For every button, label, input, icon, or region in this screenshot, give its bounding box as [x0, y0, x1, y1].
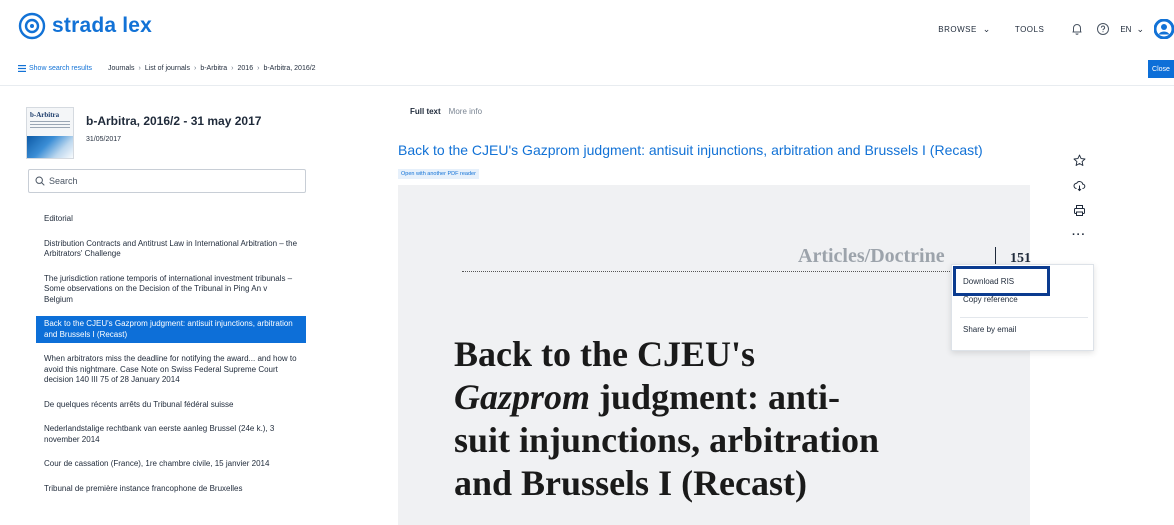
top-navigation: BROWSE ⌄ TOOLS EN ⌄ — [938, 18, 1174, 40]
toc-item[interactable]: The jurisdiction ratione temporis of int… — [36, 271, 306, 309]
breadcrumb-journals[interactable]: Journals — [108, 65, 134, 72]
tools-menu[interactable]: TOOLS — [1015, 25, 1044, 34]
language-selector[interactable]: EN ⌄ — [1120, 24, 1144, 35]
chevron-down-icon: ⌄ — [982, 23, 991, 34]
toc-item[interactable]: Distribution Contracts and Antitrust Law… — [36, 236, 306, 263]
breadcrumb-separator-icon: › — [231, 65, 234, 72]
brand-name: strada lex — [52, 14, 153, 37]
user-avatar-button[interactable] — [1153, 18, 1174, 40]
toc-item[interactable]: Cour de cassation (France), 1re chambre … — [36, 456, 306, 473]
breadcrumb-2016[interactable]: 2016 — [238, 65, 254, 72]
breadcrumb-separator-icon: › — [257, 65, 260, 72]
list-icon — [18, 65, 26, 72]
show-search-results-label: Show search results — [29, 65, 93, 72]
journal-title: b-Arbitra, 2016/2 - 31 may 2017 — [86, 114, 262, 128]
tools-label: TOOLS — [1014, 24, 1045, 34]
cloud-download-icon — [1073, 180, 1085, 191]
show-search-results-link[interactable]: Show search results — [18, 65, 92, 72]
document-actions: ··· — [1069, 150, 1099, 250]
open-pdf-reader-link[interactable]: Open with another PDF reader — [398, 169, 479, 179]
focus-highlight-box — [953, 266, 1050, 296]
toc-item-active[interactable]: Back to the CJEU's Gazprom judgment: ant… — [36, 316, 306, 343]
pdf-header-rule — [462, 271, 1032, 272]
strada-lex-logo-icon — [18, 12, 46, 40]
browse-menu[interactable]: BROWSE ⌄ — [938, 24, 991, 35]
pdf-page-content: Articles/Doctrine 151 Back to the CJEU's… — [398, 185, 1032, 525]
journal-cover-image: b-Arbitra — [26, 107, 74, 159]
toc-item[interactable]: Editorial — [36, 211, 306, 228]
breadcrumb-bar: Show search results Journals › List of j… — [0, 56, 1174, 86]
user-avatar-icon — [1153, 18, 1174, 40]
breadcrumb: Show search results Journals › List of j… — [18, 65, 320, 72]
pdf-section-header: Articles/Doctrine — [798, 245, 945, 267]
cover-artwork — [27, 136, 73, 158]
tab-full-text[interactable]: Full text — [410, 107, 441, 116]
search-icon — [35, 176, 45, 186]
bell-icon — [1072, 24, 1082, 35]
browse-label: BROWSE — [938, 24, 977, 34]
brand-logo[interactable]: strada lex — [18, 12, 152, 40]
journal-cover-title: b-Arbitra — [30, 111, 60, 119]
close-button[interactable]: Close — [1148, 60, 1174, 78]
toc-item[interactable]: De quelques récents arrêts du Tribunal f… — [36, 397, 306, 414]
breadcrumb-separator-icon: › — [138, 65, 141, 72]
pdf-page: Articles/Doctrine 151 Back to the CJEU's… — [398, 185, 1032, 525]
search-box[interactable] — [28, 169, 306, 193]
download-button[interactable] — [1069, 175, 1089, 195]
more-actions-button[interactable]: ··· — [1069, 225, 1089, 245]
language-label: EN — [1120, 24, 1132, 34]
breadcrumb-current-issue: b-Arbitra, 2016/2 — [263, 65, 316, 72]
pdf-article-title: Back to the CJEU's Gazprom judgment: ant… — [454, 333, 1014, 505]
document-title: Back to the CJEU's Gazprom judgment: ant… — [398, 142, 983, 158]
help-button[interactable] — [1094, 20, 1112, 38]
notifications-button[interactable] — [1068, 20, 1086, 38]
tab-more-info[interactable]: More info — [449, 107, 482, 116]
journal-header: b-Arbitra b-Arbitra, 2016/2 - 31 may 201… — [26, 107, 261, 159]
pdf-title-line: Gazprom judgment: anti- — [454, 376, 1014, 419]
pdf-title-line: suit injunctions, arbitration — [454, 420, 880, 460]
journal-info: b-Arbitra, 2016/2 - 31 may 2017 31/05/20… — [86, 107, 261, 159]
breadcrumb-list-of-journals[interactable]: List of journals — [145, 65, 190, 72]
search-input[interactable] — [49, 176, 289, 186]
toc-item[interactable]: Tribunal de première instance francophon… — [36, 481, 306, 498]
pdf-title-italic: Gazprom — [454, 377, 591, 417]
toc-item[interactable]: Nederlandstalige rechtbank van eerste aa… — [36, 421, 306, 448]
journal-date: 31/05/2017 — [86, 136, 122, 143]
breadcrumb-b-arbitra[interactable]: b-Arbitra — [200, 65, 227, 72]
menu-divider — [960, 317, 1088, 318]
pdf-title-line: Back to the CJEU's — [454, 334, 756, 374]
star-icon — [1073, 154, 1085, 166]
share-by-email-menu-item[interactable]: Share by email — [952, 323, 1095, 337]
top-bar: strada lex BROWSE ⌄ TOOLS EN ⌄ — [0, 0, 1174, 56]
help-icon — [1097, 23, 1110, 35]
breadcrumb-separator-icon: › — [193, 65, 197, 72]
cover-decoration — [30, 121, 70, 130]
more-dots-icon: ··· — [1072, 229, 1086, 241]
issue-sidebar: b-Arbitra b-Arbitra, 2016/2 - 31 may 201… — [0, 87, 320, 525]
table-of-contents: Editorial Distribution Contracts and Ant… — [36, 211, 306, 505]
print-button[interactable] — [1069, 200, 1089, 220]
content-tabs: Full text More info — [410, 107, 490, 116]
pdf-title-rest: judgment: anti- — [590, 377, 841, 417]
favorite-button[interactable] — [1069, 150, 1089, 170]
printer-icon — [1073, 204, 1085, 216]
toc-item[interactable]: When arbitrators miss the deadline for n… — [36, 351, 306, 389]
chevron-down-icon: ⌄ — [1136, 23, 1144, 34]
pdf-title-line: and Brussels I (Recast) — [454, 463, 808, 503]
